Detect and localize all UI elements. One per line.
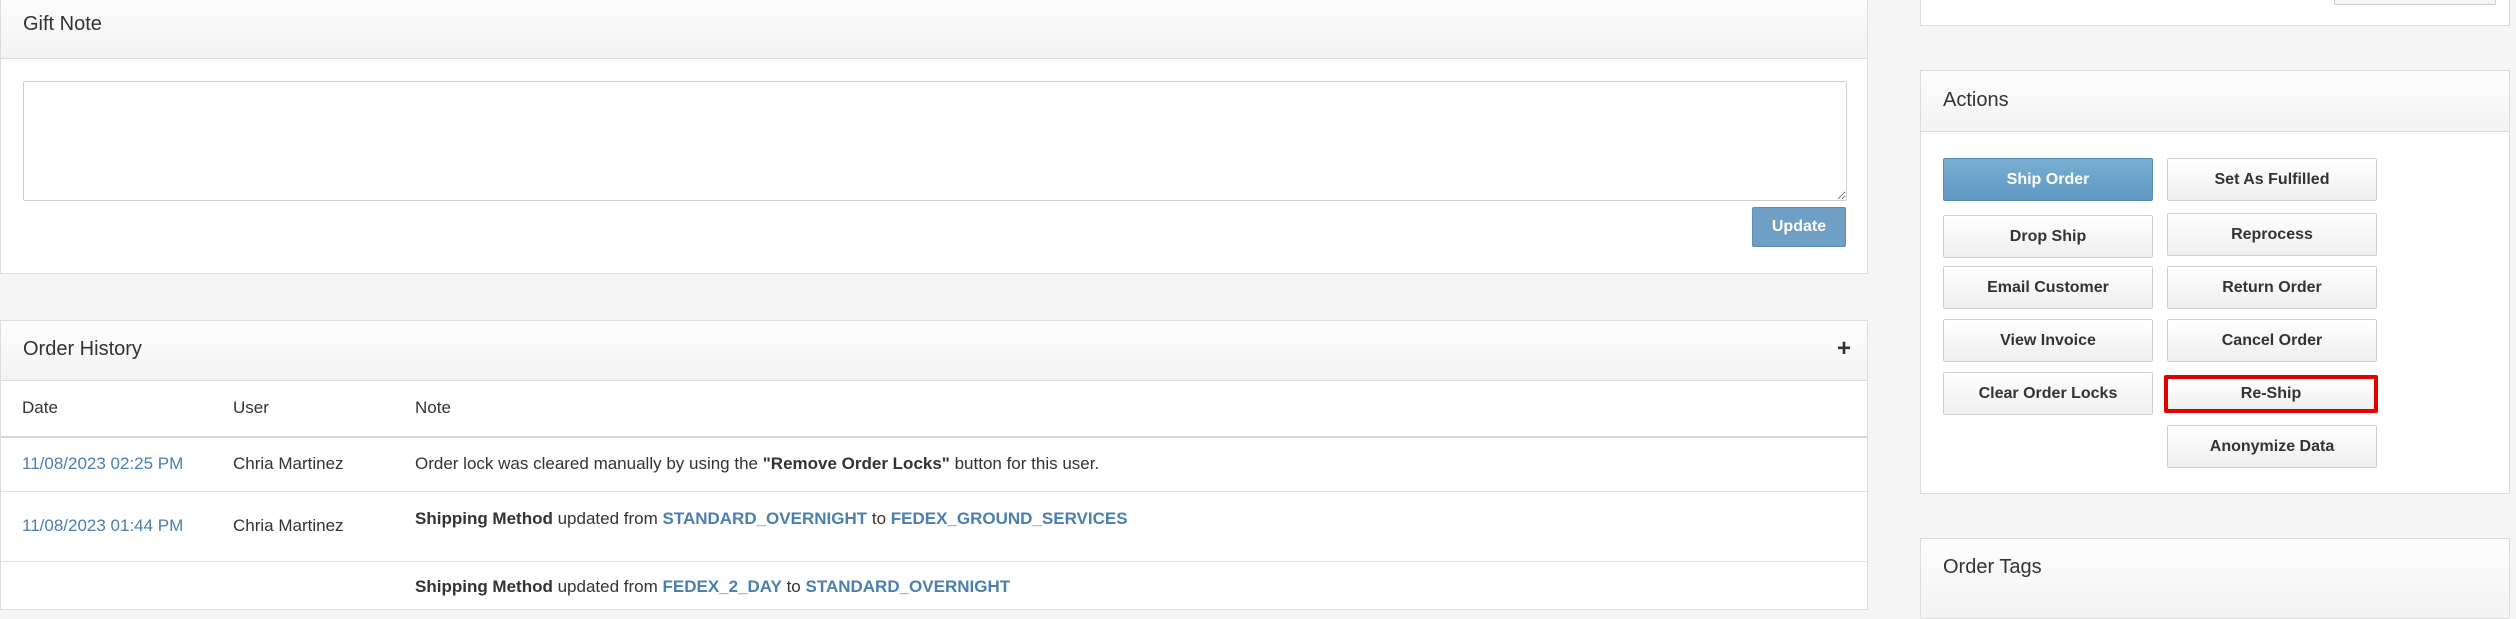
note-text: button for this user. — [949, 454, 1100, 473]
reprocess-button[interactable]: Reprocess — [2167, 213, 2377, 256]
gift-note-panel: Gift Note Update — [0, 0, 1868, 274]
plus-icon[interactable]: + — [1837, 335, 1851, 363]
order-tags-title: Order Tags — [1943, 556, 2042, 578]
gift-note-header: Gift Note — [1, 0, 1867, 59]
gift-note-title: Gift Note — [23, 13, 102, 35]
header-divider — [1, 436, 1867, 438]
column-header-date[interactable]: Date — [22, 398, 58, 418]
row-date[interactable]: 11/08/2023 02:25 PM — [22, 454, 183, 474]
note-field: Shipping Method — [415, 509, 553, 528]
order-tags-header: Order Tags — [1921, 539, 2509, 619]
cancel-order-button[interactable]: Cancel Order — [2167, 319, 2377, 362]
partial-button[interactable] — [2334, 0, 2496, 5]
actions-panel: Actions Ship Order Set As Fulfilled Drop… — [1920, 70, 2510, 494]
return-order-button[interactable]: Return Order — [2167, 266, 2377, 309]
update-button[interactable]: Update — [1752, 207, 1846, 247]
set-as-fulfilled-button[interactable]: Set As Fulfilled — [2167, 158, 2377, 201]
column-header-note[interactable]: Note — [415, 398, 451, 418]
note-text: to — [867, 509, 891, 528]
ship-order-button[interactable]: Ship Order — [1943, 158, 2153, 201]
note-text: updated from — [552, 509, 663, 528]
anonymize-data-button[interactable]: Anonymize Data — [2167, 425, 2377, 468]
order-history-panel: Order History + Date User Note 11/08/202… — [0, 320, 1868, 610]
note-from-value[interactable]: FEDEX_2_DAY — [662, 577, 781, 596]
clear-order-locks-button[interactable]: Clear Order Locks — [1943, 372, 2153, 415]
note-text: updated from — [552, 577, 663, 596]
note-to-value[interactable]: FEDEX_GROUND_SERVICES — [891, 509, 1128, 528]
actions-header: Actions — [1921, 71, 2509, 132]
email-customer-button[interactable]: Email Customer — [1943, 266, 2153, 309]
gift-note-textarea[interactable] — [23, 81, 1847, 201]
order-tags-panel: Order Tags — [1920, 538, 2510, 619]
row-divider — [1, 491, 1867, 492]
row-note: Shipping Method updated from STANDARD_OV… — [415, 509, 1128, 529]
note-bold-text: "Remove Order Locks" — [762, 454, 950, 473]
row-date[interactable]: 11/08/2023 01:44 PM — [22, 516, 183, 536]
order-history-header: Order History + — [1, 321, 1867, 381]
row-note: Order lock was cleared manually by using… — [415, 454, 1099, 474]
top-right-panel — [1920, 0, 2510, 26]
note-field: Shipping Method — [415, 577, 553, 596]
row-note: Shipping Method updated from FEDEX_2_DAY… — [415, 577, 1010, 597]
note-to-value[interactable]: STANDARD_OVERNIGHT — [805, 577, 1010, 596]
note-text: Order lock was cleared manually by using… — [415, 454, 763, 473]
row-user: Chria Martinez — [233, 454, 344, 473]
drop-ship-button[interactable]: Drop Ship — [1943, 215, 2153, 258]
column-header-user[interactable]: User — [233, 398, 269, 418]
re-ship-button[interactable]: Re-Ship — [2164, 375, 2378, 413]
order-history-title: Order History — [23, 338, 142, 360]
row-divider — [1, 561, 1867, 562]
note-text: to — [781, 577, 806, 596]
view-invoice-button[interactable]: View Invoice — [1943, 319, 2153, 362]
row-user: Chria Martinez — [233, 516, 344, 535]
actions-title: Actions — [1943, 89, 2009, 111]
note-from-value[interactable]: STANDARD_OVERNIGHT — [662, 509, 867, 528]
